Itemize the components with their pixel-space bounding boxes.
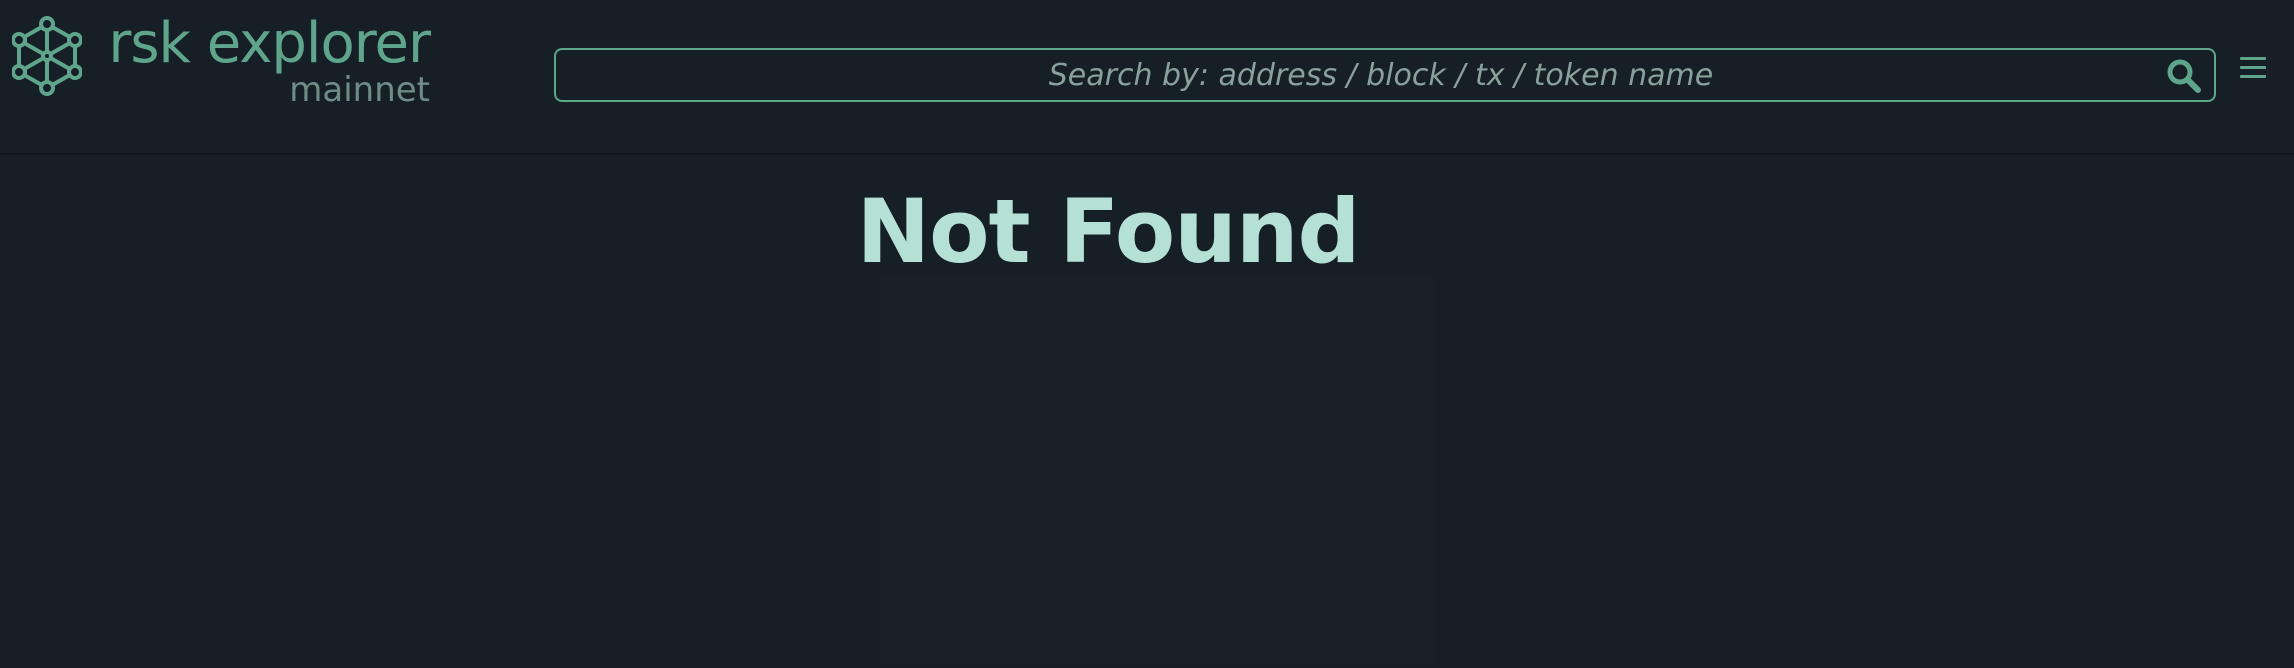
top-header: rsk explorer mainnet	[0, 0, 2294, 155]
rsk-network-hex-icon	[11, 16, 83, 96]
main-content: Not Found	[0, 155, 2294, 668]
search-icon[interactable]	[2164, 56, 2204, 96]
page: rsk explorer mainnet Not Found	[0, 0, 2294, 668]
search-input[interactable]	[556, 50, 2146, 100]
home-logo-link[interactable]: rsk explorer mainnet	[10, 10, 431, 110]
hamburger-menu-icon[interactable]	[2238, 54, 2270, 82]
page-title: Not Found	[856, 180, 1360, 283]
app-name: rsk explorer	[108, 11, 431, 76]
content-panel	[880, 275, 1435, 665]
network-name: mainnet	[289, 70, 430, 110]
search-box	[554, 48, 2216, 102]
